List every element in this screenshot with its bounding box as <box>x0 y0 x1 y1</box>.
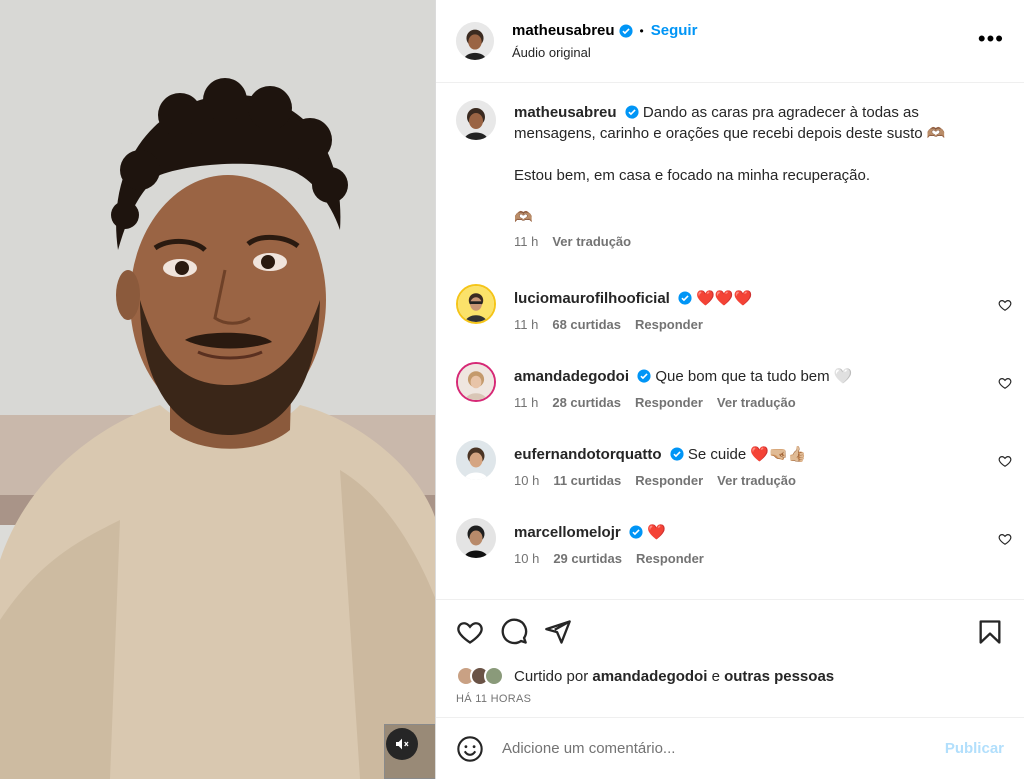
comment-item: amandadegodoi Que bom que ta tudo bem 🤍 … <box>456 362 1024 440</box>
like-comment-heart-icon[interactable] <box>998 376 1012 390</box>
reply-button[interactable]: Responder <box>635 395 703 410</box>
caption: matheusabreu Dando as caras pra agradece… <box>456 100 1024 270</box>
likes-summary: Curtido por amandadegodoi e outras pesso… <box>436 663 1024 689</box>
verified-badge-icon <box>670 447 684 461</box>
comment-time[interactable]: 10 h <box>514 551 539 566</box>
mute-button[interactable] <box>386 728 418 760</box>
like-comment-heart-icon[interactable] <box>998 454 1012 468</box>
post-actions <box>436 599 1024 663</box>
comment-item: marcellomelojr ❤️ 10 h 29 curtidas Respo… <box>456 518 1024 596</box>
speaker-muted-icon <box>396 738 409 750</box>
comment-item: luciomaurofilhooficial ❤️❤️❤️ 11 h 68 cu… <box>456 284 1024 362</box>
audio-label[interactable]: Áudio original <box>512 45 697 60</box>
likes-text[interactable]: Curtido por amandadegodoi e outras pesso… <box>514 668 834 685</box>
translate-link[interactable]: Ver tradução <box>717 473 796 488</box>
caption-translate-link[interactable]: Ver tradução <box>552 234 631 249</box>
follow-button[interactable]: Seguir <box>651 22 698 39</box>
comment-text: ❤️ <box>647 524 666 541</box>
comment-text: ❤️❤️❤️ <box>696 290 753 307</box>
comment-item: eufernandotorquatto Se cuide ❤️🤜🏼👍🏼 10 h… <box>456 440 1024 518</box>
like-heart-icon[interactable] <box>456 618 484 646</box>
add-comment-bar: Publicar <box>436 717 1024 779</box>
share-paper-plane-icon[interactable] <box>544 618 572 646</box>
comment-time[interactable]: 11 h <box>514 395 538 410</box>
translate-link[interactable]: Ver tradução <box>717 395 796 410</box>
caption-avatar[interactable] <box>456 100 496 140</box>
verified-badge-icon <box>618 23 633 38</box>
verified-badge-icon <box>625 105 639 119</box>
reply-button[interactable]: Responder <box>635 473 703 488</box>
comment-text: Que bom que ta tudo bem 🤍 <box>655 368 853 385</box>
caption-text-2: Estou bem, em casa e focado na minha rec… <box>514 167 871 184</box>
liker-avatar <box>484 666 504 686</box>
caption-time[interactable]: 11 h <box>514 234 538 249</box>
liker-avatars[interactable] <box>456 666 504 686</box>
like-comment-heart-icon[interactable] <box>998 298 1012 312</box>
comment-username[interactable]: luciomaurofilhooficial <box>514 290 670 307</box>
author-username[interactable]: matheusabreu <box>512 22 615 39</box>
comment-bubble-icon[interactable] <box>500 618 528 646</box>
author-avatar[interactable] <box>456 22 494 60</box>
like-comment-heart-icon[interactable] <box>998 532 1012 546</box>
caption-text-3: 🫶🏽 <box>514 209 533 226</box>
emoji-smile-icon[interactable] <box>456 735 484 763</box>
post-video[interactable] <box>0 0 436 779</box>
post-date[interactable]: HÁ 11 HORAS <box>436 689 1024 711</box>
instagram-post-view: matheusabreu • Seguir Áudio original •••… <box>0 0 1024 779</box>
comment-likes[interactable]: 11 curtidas <box>553 473 621 488</box>
comment-text: Se cuide ❤️🤜🏼👍🏼 <box>687 446 807 463</box>
comment-input[interactable] <box>502 740 945 757</box>
publish-button[interactable]: Publicar <box>945 740 1004 757</box>
comment-username[interactable]: amandadegodoi <box>514 368 629 385</box>
post-sidebar: matheusabreu • Seguir Áudio original •••… <box>436 0 1024 779</box>
comment-username[interactable]: marcellomelojr <box>514 524 621 541</box>
liker-username[interactable]: amandadegodoi <box>592 668 707 685</box>
comments-list: matheusabreu Dando as caras pra agradece… <box>436 83 1024 599</box>
comment-avatar[interactable] <box>456 362 496 402</box>
comment-likes[interactable]: 29 curtidas <box>553 551 622 566</box>
video-frame <box>0 0 435 779</box>
verified-badge-icon <box>637 369 651 383</box>
caption-username[interactable]: matheusabreu <box>514 104 617 121</box>
comment-avatar[interactable] <box>456 440 496 480</box>
comment-avatar[interactable] <box>456 284 496 324</box>
verified-badge-icon <box>629 525 643 539</box>
other-likers-link[interactable]: outras pessoas <box>724 668 834 685</box>
separator-dot: • <box>639 23 644 38</box>
save-bookmark-icon[interactable] <box>976 618 1004 646</box>
comment-username[interactable]: eufernandotorquatto <box>514 446 662 463</box>
comment-time[interactable]: 11 h <box>514 317 538 332</box>
more-options-button[interactable]: ••• <box>978 28 1004 50</box>
comment-likes[interactable]: 28 curtidas <box>552 395 621 410</box>
reply-button[interactable]: Responder <box>636 551 704 566</box>
comment-likes[interactable]: 68 curtidas <box>552 317 621 332</box>
comment-avatar[interactable] <box>456 518 496 558</box>
post-header: matheusabreu • Seguir Áudio original ••• <box>436 0 1024 83</box>
reply-button[interactable]: Responder <box>635 317 703 332</box>
verified-badge-icon <box>678 291 692 305</box>
comment-time[interactable]: 10 h <box>514 473 539 488</box>
